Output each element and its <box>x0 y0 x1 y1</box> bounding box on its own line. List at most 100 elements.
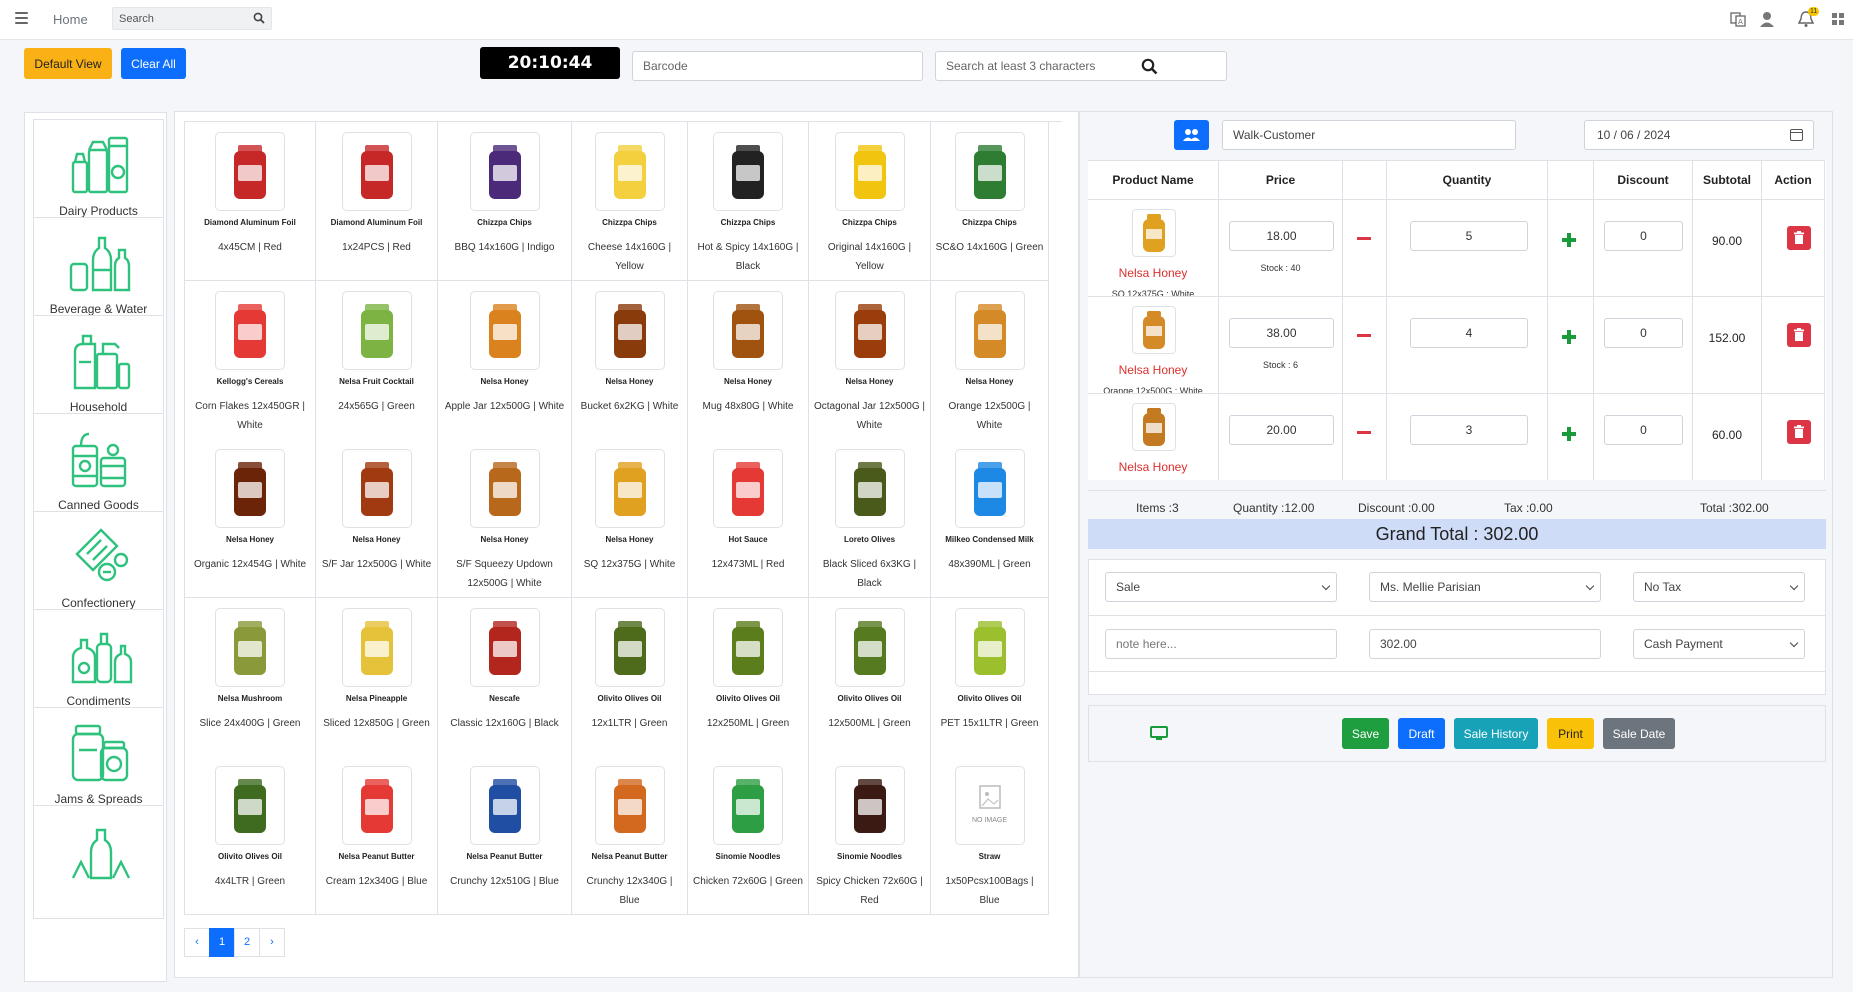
pagination-prev[interactable]: ‹ <box>184 928 210 957</box>
col-plus <box>1547 160 1594 200</box>
product-card[interactable]: Nelsa Honey Orange 12x500G | White <box>931 281 1049 440</box>
discount-input[interactable]: 0 <box>1604 318 1683 348</box>
product-image <box>341 766 412 845</box>
product-card[interactable]: Nelsa Fruit Cocktail 24x565G | Green <box>316 281 438 440</box>
barcode-input[interactable]: Barcode <box>632 51 923 81</box>
product-card[interactable]: Nelsa Honey S/F Jar 12x500G | White <box>316 439 438 598</box>
quantity-input[interactable]: 5 <box>1410 221 1528 251</box>
product-card[interactable]: Diamond Aluminum Foil 4x45CM | Red <box>185 122 316 281</box>
product-card[interactable]: Nelsa Mushroom Slice 24x400G | Green <box>185 598 316 757</box>
payment-method-select[interactable]: Cash Payment <box>1633 629 1805 659</box>
sale-type-select[interactable]: Sale <box>1105 572 1337 602</box>
product-search-input[interactable]: Search at least 3 characters <box>935 51 1227 81</box>
global-search-input[interactable]: Search <box>112 7 272 30</box>
pagination-page-1[interactable]: 1 <box>209 928 235 957</box>
product-card[interactable]: Nelsa Honey SQ 12x375G | White <box>572 439 688 598</box>
tax-select[interactable]: No Tax <box>1633 572 1805 602</box>
decrease-quantity-icon[interactable] <box>1357 237 1371 240</box>
discount-input[interactable]: 0 <box>1604 415 1683 445</box>
search-icon[interactable] <box>253 12 265 24</box>
increase-quantity-icon[interactable] <box>1562 427 1576 441</box>
quantity-input[interactable]: 4 <box>1410 318 1528 348</box>
product-card[interactable]: Chizzpa Chips SC&O 14x160G | Green <box>931 122 1049 281</box>
apps-grid-icon[interactable] <box>1829 10 1847 28</box>
category-item[interactable]: Household <box>33 315 164 429</box>
product-card[interactable]: Nelsa Honey Apple Jar 12x500G | White <box>438 281 572 440</box>
product-card[interactable]: Chizzpa Chips Hot & Spicy 14x160G | Black <box>688 122 809 281</box>
category-item[interactable]: Canned Goods <box>33 413 164 527</box>
decrease-quantity-icon[interactable] <box>1357 431 1371 434</box>
product-card[interactable]: NO IMAGE Straw 1x50Pcsx100Bags | Blue <box>931 756 1049 915</box>
product-card[interactable]: Sinomie Noodles Chicken 72x60G | Green <box>688 756 809 915</box>
default-view-button[interactable]: Default View <box>24 48 112 79</box>
category-item[interactable] <box>33 805 164 919</box>
sale-date-input[interactable]: 10 / 06 / 2024 <box>1584 120 1814 150</box>
customer-select-button[interactable] <box>1174 120 1209 150</box>
product-card[interactable]: Chizzpa Chips Cheese 14x160G | Yellow <box>572 122 688 281</box>
delete-row-button[interactable] <box>1787 420 1811 444</box>
customer-display-icon[interactable] <box>1150 726 1168 741</box>
product-card[interactable]: Kellogg's Cereals Corn Flakes 12x450GR | … <box>185 281 316 440</box>
quantity-input[interactable]: 3 <box>1410 415 1528 445</box>
product-card[interactable]: Nelsa Honey Mug 48x80G | White <box>688 281 809 440</box>
product-card[interactable]: Chizzpa Chips BBQ 14x160G | Indigo <box>438 122 572 281</box>
category-item[interactable]: Beverage & Water <box>33 217 164 331</box>
product-card[interactable]: Chizzpa Chips Original 14x160G | Yellow <box>809 122 931 281</box>
note-input[interactable]: note here... <box>1105 629 1337 659</box>
search-icon[interactable] <box>1141 58 1158 75</box>
product-card[interactable]: Olivito Olives Oil 4x4LTR | Green <box>185 756 316 915</box>
price-input[interactable]: 20.00 <box>1229 415 1334 445</box>
category-item[interactable]: Dairy Products <box>33 119 164 233</box>
notification-bell[interactable]: 11 <box>1797 7 1820 28</box>
delete-row-button[interactable] <box>1787 323 1811 347</box>
sale-history-button[interactable]: Sale History <box>1454 718 1538 749</box>
user-icon[interactable] <box>1758 10 1776 28</box>
product-card[interactable]: Nelsa Honey Bucket 6x2KG | White <box>572 281 688 440</box>
product-variant: Corn Flakes 12x450GR | White <box>195 401 305 431</box>
product-card[interactable]: Nelsa Peanut Butter Crunchy 12x340G | Blu… <box>572 756 688 915</box>
product-card[interactable]: Olivito Olives Oil PET 15x1LTR | Green <box>931 598 1049 757</box>
customer-input[interactable]: Walk-Customer <box>1222 120 1516 150</box>
product-card[interactable]: Nelsa Peanut Butter Cream 12x340G | Blue <box>316 756 438 915</box>
product-card[interactable]: Nelsa Honey Octagonal Jar 12x500G | White <box>809 281 931 440</box>
delete-row-button[interactable] <box>1787 226 1811 250</box>
clear-all-button[interactable]: Clear All <box>121 48 186 79</box>
product-name: Olivito Olives Oil <box>217 852 283 861</box>
product-card[interactable]: Olivito Olives Oil 12x500ML | Green <box>809 598 931 757</box>
price-input[interactable]: 18.00 <box>1229 221 1334 251</box>
print-button[interactable]: Print <box>1547 718 1594 749</box>
hamburger-menu-icon[interactable] <box>15 12 28 24</box>
pagination-next[interactable]: › <box>259 928 285 957</box>
product-card[interactable]: Olivito Olives Oil 12x250ML | Green <box>688 598 809 757</box>
product-card[interactable]: Diamond Aluminum Foil 1x24PCS | Red <box>316 122 438 281</box>
category-item[interactable]: Jams & Spreads <box>33 707 164 821</box>
product-card[interactable]: Sinomie Noodles Spicy Chicken 72x60G | Re… <box>809 756 931 915</box>
discount-input[interactable]: 0 <box>1604 221 1683 251</box>
product-card[interactable]: Milkeo Condensed Milk 48x390ML | Green <box>931 439 1049 598</box>
product-name: Nelsa Honey <box>352 535 401 544</box>
product-card[interactable]: Hot Sauce 12x473ML | Red <box>688 439 809 598</box>
price-input[interactable]: 38.00 <box>1229 318 1334 348</box>
salesperson-select[interactable]: Ms. Mellie Parisian <box>1369 572 1601 602</box>
home-link[interactable]: Home <box>53 12 88 27</box>
product-card[interactable]: Olivito Olives Oil 12x1LTR | Green <box>572 598 688 757</box>
category-item[interactable]: Confectionery <box>33 511 164 625</box>
calendar-icon[interactable] <box>1790 129 1803 141</box>
sale-date-button[interactable]: Sale Date <box>1603 718 1675 749</box>
product-card[interactable]: Nescafe Classic 12x160G | Black <box>438 598 572 757</box>
increase-quantity-icon[interactable] <box>1562 233 1576 247</box>
product-card[interactable]: Nelsa Honey S/F Squeezy Updown 12x500G | … <box>438 439 572 598</box>
decrease-quantity-icon[interactable] <box>1357 334 1371 337</box>
increase-quantity-icon[interactable] <box>1562 330 1576 344</box>
draft-button[interactable]: Draft <box>1398 718 1445 749</box>
product-card[interactable]: Loreto Olives Black Sliced 6x3KG | Black <box>809 439 931 598</box>
category-item[interactable]: Condiments <box>33 609 164 723</box>
product-name: Nelsa Honey <box>965 377 1014 386</box>
translate-icon[interactable]: A <box>1729 10 1747 28</box>
product-card[interactable]: Nelsa Pineapple Sliced 12x850G | Green <box>316 598 438 757</box>
product-card[interactable]: Nelsa Peanut Butter Crunchy 12x510G | Blu… <box>438 756 572 915</box>
product-card[interactable]: Nelsa Honey Organic 12x454G | White <box>185 439 316 598</box>
save-button[interactable]: Save <box>1342 718 1389 749</box>
pagination-page-2[interactable]: 2 <box>234 928 260 957</box>
amount-input[interactable]: 302.00 <box>1369 629 1601 659</box>
